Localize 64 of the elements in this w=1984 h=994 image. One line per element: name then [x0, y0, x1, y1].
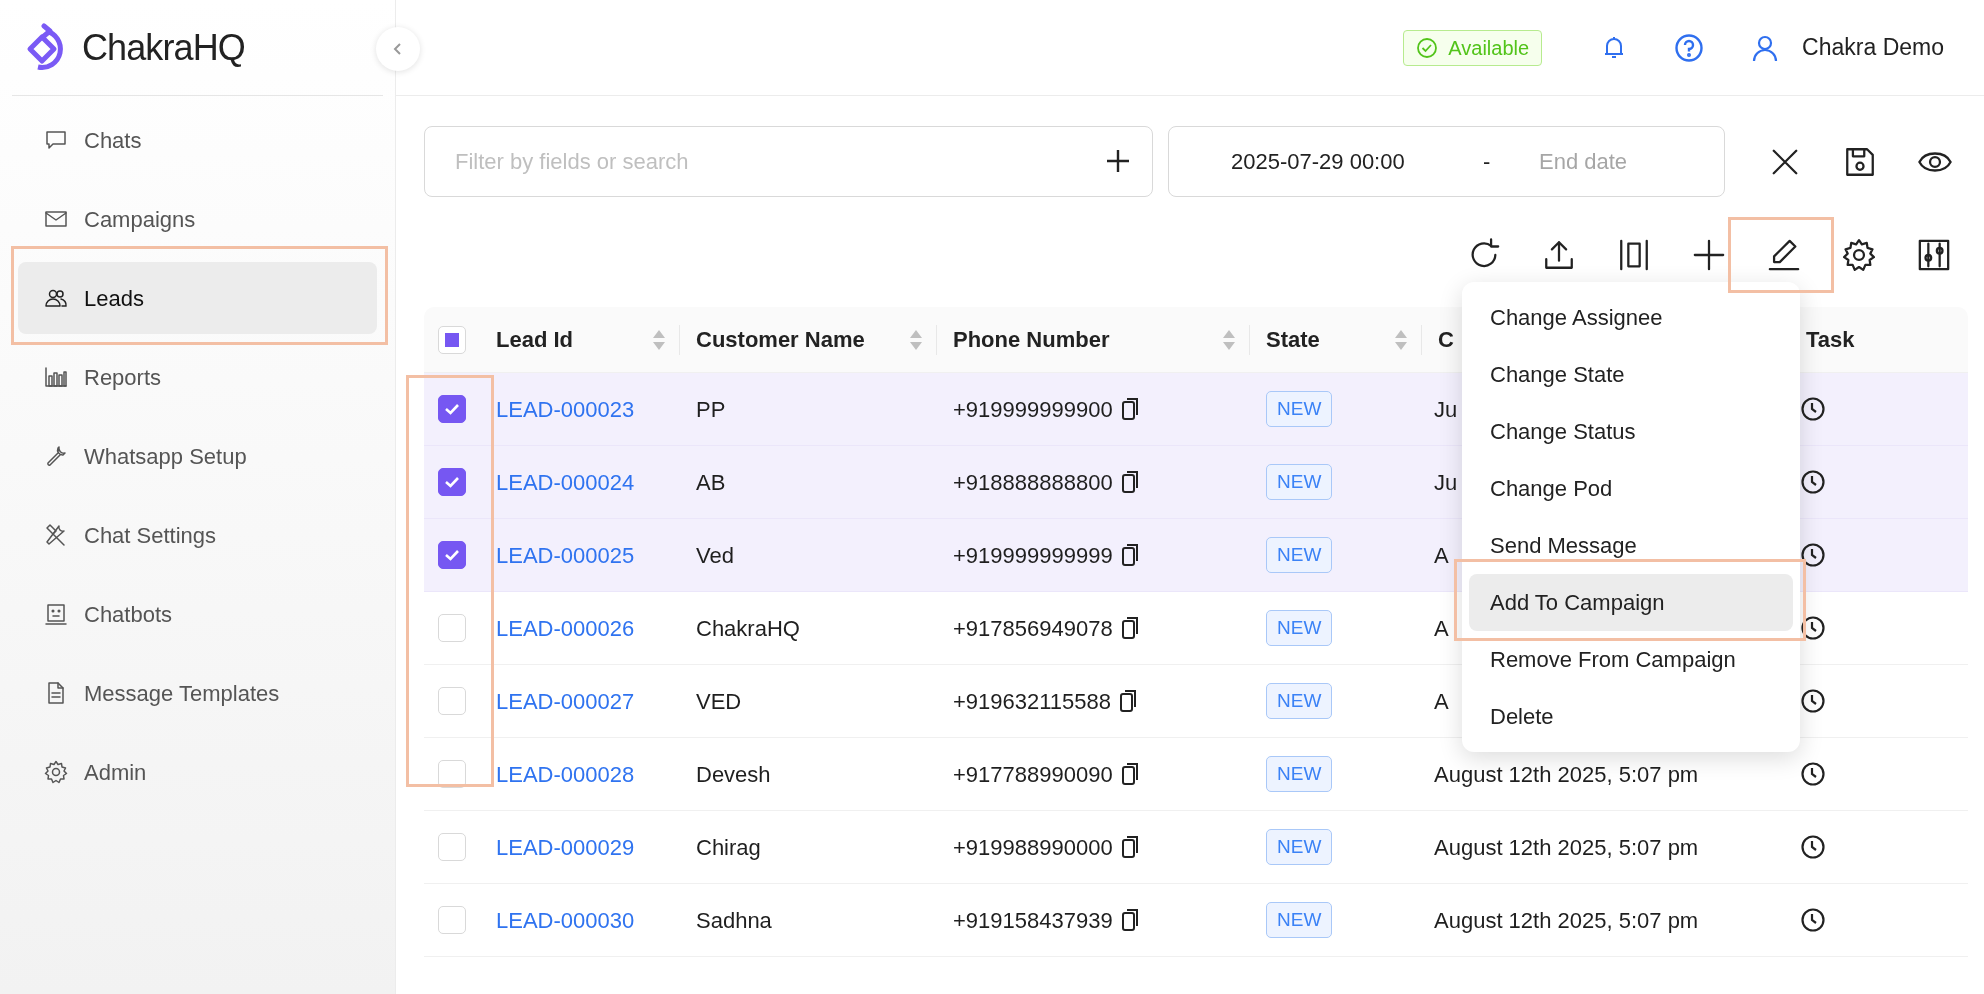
column-header: Task — [1806, 326, 1855, 354]
phone-number: +919158437939 — [953, 906, 1113, 935]
customer-name: Devesh — [696, 761, 771, 787]
created-date: August 12th 2025, 5:07 pm — [1434, 761, 1699, 787]
created-date: August 12th 2025, 5:07 pm — [1434, 907, 1699, 933]
sidebar-item[interactable]: Campaigns — [18, 183, 377, 255]
customer-name: Ved — [696, 542, 734, 568]
column-header: State — [1266, 326, 1320, 354]
search-field[interactable]: Filter by fields or search — [424, 126, 1153, 197]
sidebar-item[interactable]: Leads — [18, 262, 377, 334]
phone-number: +918888888800 — [953, 468, 1113, 497]
customer-name: ChakraHQ — [696, 615, 800, 641]
created-date: A — [1434, 542, 1449, 568]
lead-id-link[interactable]: LEAD-000029 — [496, 834, 635, 860]
state-tag: NEW — [1266, 901, 1333, 939]
phone-number: +919999999999 — [953, 541, 1113, 570]
created-date: Ju — [1434, 396, 1458, 422]
customer-name: PP — [696, 396, 726, 422]
sidebar-item[interactable]: Chat Settings — [18, 499, 377, 571]
column-header: Lead Id — [496, 326, 573, 354]
sidebar-item[interactable]: Chatbots — [18, 578, 377, 650]
lead-id-link[interactable]: LEAD-000027 — [496, 688, 635, 714]
state-tag: NEW — [1266, 390, 1333, 428]
created-date: A — [1434, 688, 1449, 714]
state-tag: NEW — [1266, 828, 1333, 866]
state-tag: NEW — [1266, 463, 1333, 501]
phone-number: +919988990000 — [953, 833, 1113, 862]
column-header: Customer Name — [696, 326, 865, 354]
customer-name: VED — [696, 688, 742, 714]
sidebar-item[interactable]: Chats — [18, 104, 377, 176]
customer-name: AB — [696, 469, 726, 495]
customer-name: Sadhna — [696, 907, 772, 933]
lead-id-link[interactable]: LEAD-000025 — [496, 542, 635, 568]
sidebar-item[interactable]: Whatsapp Setup — [18, 420, 377, 492]
lead-id-link[interactable]: LEAD-000028 — [496, 761, 635, 787]
phone-number: +917788990090 — [953, 760, 1113, 789]
status-label: Available — [1448, 35, 1530, 61]
state-tag: NEW — [1266, 536, 1333, 574]
sidebar-item[interactable]: Admin — [18, 736, 377, 808]
sidebar-item[interactable]: Message Templates — [18, 657, 377, 729]
created-date: Ju — [1434, 469, 1458, 495]
user-name[interactable]: Chakra Demo — [1802, 30, 1944, 65]
phone-number: +917856949078 — [953, 614, 1113, 643]
lead-id-link[interactable]: LEAD-000026 — [496, 615, 635, 641]
state-tag: NEW — [1266, 682, 1333, 720]
created-date: A — [1434, 615, 1449, 641]
column-header: C — [1438, 326, 1454, 354]
created-date: August 12th 2025, 5:07 pm — [1434, 834, 1699, 860]
start-date-value[interactable]: 2025-07-29 00:00 — [1231, 145, 1483, 178]
menu-item[interactable]: Add To Campaign — [1469, 574, 1793, 631]
date-separator: - — [1483, 148, 1492, 176]
end-date-input[interactable]: End date — [1539, 145, 1689, 178]
phone-number: +919632115588 — [953, 687, 1112, 716]
customer-name: Chirag — [696, 834, 761, 860]
sidebar-item[interactable]: Reports — [18, 341, 377, 413]
lead-id-link[interactable]: LEAD-000024 — [496, 469, 635, 495]
state-tag: NEW — [1266, 755, 1333, 793]
state-tag: NEW — [1266, 609, 1333, 647]
lead-id-link[interactable]: LEAD-000030 — [496, 907, 635, 933]
column-header: Phone Number — [953, 326, 1110, 354]
phone-number: +919999999900 — [953, 395, 1113, 424]
lead-id-link[interactable]: LEAD-000023 — [496, 396, 635, 422]
brand-name: ChakraHQ — [82, 25, 245, 70]
date-range-picker[interactable]: 2025-07-29 00:00 - End date — [1168, 126, 1725, 197]
